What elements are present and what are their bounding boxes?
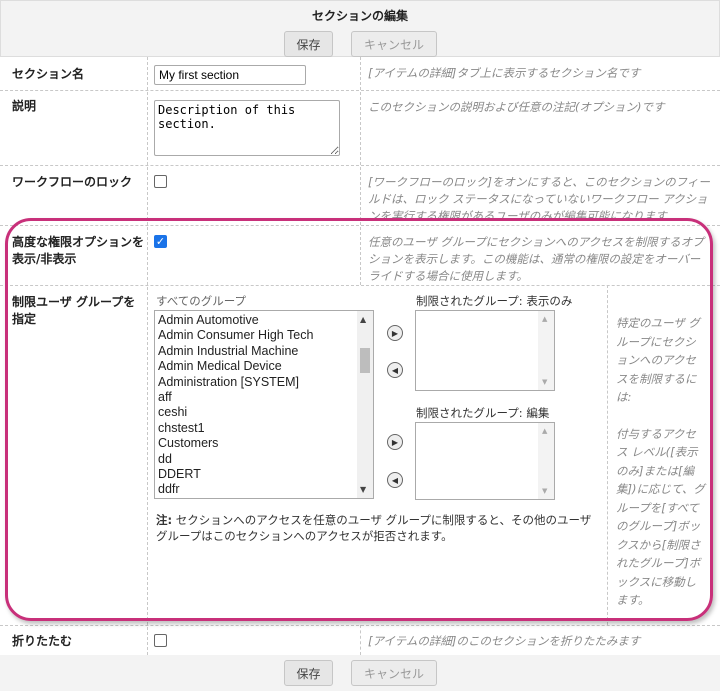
collapse-checkbox[interactable] bbox=[154, 634, 167, 647]
description-textarea[interactable] bbox=[154, 100, 340, 156]
restrict-help: 特定のユーザ グループにセクションへのアクセスを制限するには: 付与するアクセス … bbox=[616, 314, 706, 610]
edit-label: 制限されたグループ: 編集 bbox=[416, 406, 550, 420]
advanced-options-label: 高度な権限オプションを表示/非表示 bbox=[12, 235, 145, 266]
workflow-lock-checkbox[interactable] bbox=[154, 175, 167, 188]
add-view-arrow-icon[interactable]: ▶ bbox=[387, 325, 403, 341]
advanced-options-checkbox[interactable]: ✓ bbox=[154, 235, 167, 248]
group-option[interactable]: dd bbox=[158, 452, 313, 467]
cancel-button[interactable]: キャンセル bbox=[351, 31, 437, 57]
footer-save-button[interactable]: 保存 bbox=[284, 660, 333, 686]
group-option[interactable]: ceshi bbox=[158, 405, 313, 420]
restrict-note: 注: セクションへのアクセスを任意のユーザ グループに制限すると、その他のユーザ… bbox=[156, 512, 601, 544]
save-button[interactable]: 保存 bbox=[284, 31, 333, 57]
group-option[interactable]: Admin Consumer High Tech bbox=[158, 328, 313, 343]
listbox-scrollbar[interactable]: ▲ ▼ bbox=[357, 311, 373, 498]
description-help: このセクションの説明および任意の注記(オプション)です bbox=[368, 100, 665, 114]
group-option[interactable]: ddfr bbox=[158, 482, 313, 497]
section-name-label: セクション名 bbox=[12, 67, 85, 81]
view-only-listbox[interactable]: ▲ ▼ bbox=[415, 310, 555, 391]
add-edit-arrow-icon[interactable]: ▶ bbox=[387, 434, 403, 450]
all-groups-items: Admin Automotive Admin Consumer High Tech… bbox=[158, 313, 313, 498]
note-prefix: 注: bbox=[156, 513, 173, 527]
section-name-help: [アイテムの詳細]タブ上に表示するセクション名です bbox=[368, 66, 641, 80]
note-text: セクションへのアクセスを任意のユーザ グループに制限すると、その他のユーザ グル… bbox=[156, 513, 592, 543]
advanced-options-help: 任意のユーザ グループにセクションへのアクセスを制限するオプションを表示します。… bbox=[368, 235, 704, 283]
all-groups-label: すべてのグループ bbox=[156, 294, 247, 308]
group-option[interactable]: Customers bbox=[158, 436, 313, 451]
edit-listbox[interactable]: ▲ ▼ bbox=[415, 422, 555, 500]
group-option[interactable]: aff bbox=[158, 390, 313, 405]
group-option[interactable]: Administration [SYSTEM] bbox=[158, 375, 313, 390]
workflow-lock-help: [ワークフローのロック]をオンにすると、このセクションのフィールドは、ロック ス… bbox=[368, 175, 710, 223]
dialog-title: セクションの編集 bbox=[311, 9, 408, 23]
group-option[interactable]: Admin Medical Device bbox=[158, 359, 313, 374]
description-label: 説明 bbox=[12, 99, 37, 113]
group-option[interactable]: Admin Industrial Machine bbox=[158, 344, 313, 359]
group-option[interactable]: chstest1 bbox=[158, 421, 313, 436]
view-only-label: 制限されたグループ: 表示のみ bbox=[416, 294, 573, 308]
collapse-label: 折りたたむ bbox=[12, 634, 73, 648]
restrict-help-1: 特定のユーザ グループにセクションへのアクセスを制限するには: bbox=[616, 316, 700, 404]
restrict-groups-label: 制限ユーザ グループを指定 bbox=[12, 295, 136, 326]
restrict-help-2: 付与するアクセス レベル([表示のみ]または[編集])に応じて、グループを[すべ… bbox=[616, 426, 705, 608]
group-option[interactable]: DDERT bbox=[158, 467, 313, 482]
all-groups-listbox[interactable]: Admin Automotive Admin Consumer High Tech… bbox=[154, 310, 374, 499]
collapse-help: [アイテムの詳細]のこのセクションを折りたたみます bbox=[368, 634, 641, 648]
workflow-lock-label: ワークフローのロック bbox=[12, 175, 133, 189]
footer-cancel-button[interactable]: キャンセル bbox=[351, 660, 437, 686]
remove-edit-arrow-icon[interactable]: ◀ bbox=[387, 472, 403, 488]
remove-view-arrow-icon[interactable]: ◀ bbox=[387, 362, 403, 378]
group-option[interactable]: Admin Automotive bbox=[158, 313, 313, 328]
section-name-input[interactable] bbox=[154, 65, 306, 85]
